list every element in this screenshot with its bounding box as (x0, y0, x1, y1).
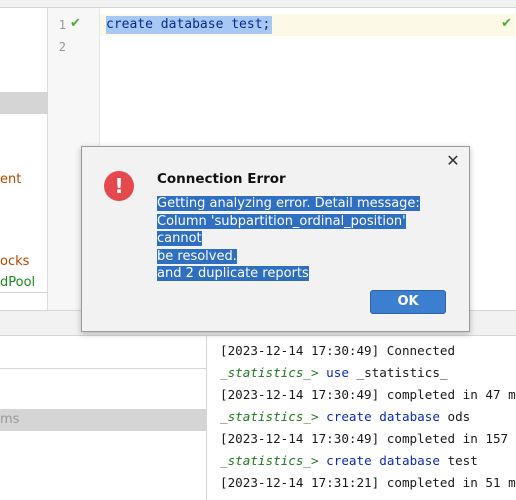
divider (0, 368, 207, 369)
line-number: 2 (58, 40, 66, 54)
console-log-line: [2023-12-14 17:31:21] completed in 51 m (220, 475, 516, 490)
message-line: Getting analyzing error. Detail message: (157, 196, 420, 211)
dialog-message[interactable]: Getting analyzing error. Detail message:… (157, 195, 447, 283)
services-selected-row[interactable] (0, 409, 207, 431)
close-icon[interactable]: ✕ (444, 152, 462, 170)
console-log-line: [2023-12-14 17:30:49] Connected (220, 343, 456, 358)
message-line: and 2 duplicate reports (157, 266, 309, 281)
console-command-line: _statistics_> create database ods (220, 408, 470, 426)
sql-argument: test (447, 453, 478, 468)
sql-argument: ods (447, 409, 471, 424)
message-line: Column 'subpartition_ordinal_position' c… (157, 213, 406, 246)
line-number: 1 (58, 18, 66, 32)
sql-keyword: create database (326, 453, 440, 468)
sql-keyword: use (326, 365, 349, 380)
left-panel-item[interactable]: ocks (0, 254, 48, 269)
console-command-line: _statistics_> use _statistics_ (220, 364, 448, 382)
ok-button[interactable]: OK (370, 290, 446, 314)
dialog-title: Connection Error (157, 171, 286, 187)
code-line[interactable]: create database test; (106, 16, 273, 34)
left-panel-item[interactable]: ent (0, 172, 48, 187)
console-command-line: _statistics_> create database test (220, 452, 478, 470)
console-log-line: [2023-12-14 17:30:49] completed in 47 m (220, 387, 516, 402)
left-panel-item[interactable]: dPool (0, 275, 48, 290)
top-toolbar (0, 0, 516, 8)
error-icon: ! (104, 171, 134, 201)
sql-keyword: create database (326, 409, 440, 424)
left-panel: ent ocks dPool (0, 8, 48, 310)
services-item-label: ms (0, 412, 20, 427)
console-prompt: _statistics_> (220, 409, 319, 424)
message-line: be resolved. (157, 248, 237, 264)
connection-error-dialog: ✕ ! Connection Error Getting analyzing e… (81, 146, 470, 332)
services-panel: ms (0, 336, 207, 500)
console-log-line: [2023-12-14 17:30:49] completed in 157 (220, 431, 509, 446)
console-prompt: _statistics_> (220, 365, 319, 380)
console-output[interactable]: [2023-12-14 17:30:49] Connected _statist… (208, 336, 516, 500)
left-panel-divider (0, 292, 48, 293)
check-icon: ✔ (70, 16, 81, 31)
check-icon: ✔ (501, 16, 512, 31)
sql-argument: _statistics_ (356, 365, 448, 380)
left-panel-selected-row[interactable] (0, 92, 48, 114)
console-prompt: _statistics_> (220, 453, 319, 468)
